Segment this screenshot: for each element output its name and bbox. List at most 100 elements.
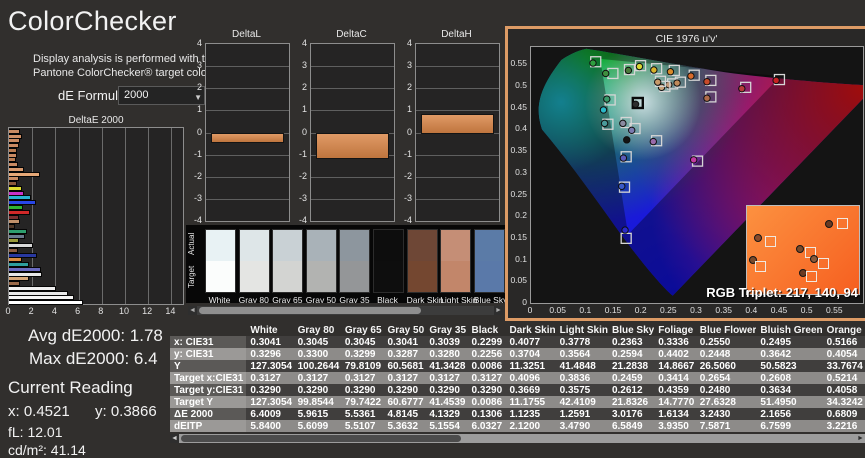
y-tick-label: 2 — [196, 82, 202, 93]
table-cell: 2.1200 — [505, 420, 556, 432]
gridline — [311, 66, 394, 68]
measured-point — [703, 78, 711, 86]
scroll-left-icon[interactable]: ◄ — [170, 434, 179, 443]
table-cell: 5.8400 — [246, 420, 294, 432]
table-cell: 0.3127 — [467, 372, 506, 384]
table-cell: 1.6134 — [654, 408, 696, 420]
corner-cell — [170, 324, 246, 336]
swatch-target — [273, 261, 303, 292]
x-tick-label: 10 — [118, 306, 130, 316]
gridline — [32, 128, 34, 304]
y-tick-label: -3 — [403, 192, 412, 203]
table-cell: 0.4054 — [822, 348, 865, 360]
y-tick-label: 0.05 — [510, 275, 527, 286]
table-cell: 79.8109 — [340, 360, 384, 372]
swatch-actual — [474, 230, 504, 261]
table-cell: 0.4058 — [822, 384, 865, 396]
table-cell: 41.3428 — [425, 360, 468, 372]
table-cell: 0.4402 — [654, 348, 696, 360]
delta-chart-title: DeltaC — [336, 29, 367, 40]
table-cell: 0.3290 — [425, 384, 468, 396]
gridline — [101, 128, 103, 304]
table-cell: 14.8667 — [654, 360, 696, 372]
swatch-black: Black — [373, 229, 404, 303]
measured-point — [687, 72, 695, 80]
delta-bar — [211, 132, 284, 144]
y-tick-label: -4 — [298, 215, 307, 225]
table-cell: 0.2654 — [695, 372, 757, 384]
swatch-box — [473, 229, 505, 293]
row-label: dEITP — [170, 420, 247, 432]
y-tick-label: -1 — [298, 148, 307, 159]
de-formula-value: 2000 — [124, 89, 149, 101]
table-cell: 5.5361 — [340, 408, 384, 420]
swatch-target — [306, 261, 336, 292]
table-cell: 0.3045 — [340, 336, 384, 348]
x-tick-label: 8 — [98, 306, 104, 316]
y-tick-label: 3 — [406, 60, 412, 71]
inset-measured-point — [809, 255, 818, 264]
table-cell: 0.3041 — [383, 336, 426, 348]
table-cell: 60.6777 — [383, 396, 426, 408]
table-cell: 4.1329 — [425, 408, 468, 420]
table-cell: 5.1554 — [425, 420, 468, 432]
swatch-white: White — [205, 229, 236, 303]
table-cell: 3.9350 — [654, 420, 696, 432]
y-tick-label: 0.4 — [515, 123, 527, 134]
gridline — [206, 198, 289, 200]
swatch-box — [238, 229, 270, 293]
measured-point — [623, 136, 631, 144]
table-cell: 0.3778 — [555, 336, 608, 348]
gridline — [148, 128, 150, 304]
measured-point — [772, 76, 780, 85]
table-cell: 0.3127 — [383, 372, 426, 384]
column-header: Gray 35 — [429, 324, 467, 336]
measured-point — [619, 119, 627, 128]
swatch-box — [406, 229, 438, 293]
table-cell: 2.1656 — [756, 408, 823, 420]
row-label: Target Y — [170, 396, 247, 408]
page-title: ColorChecker — [8, 6, 177, 36]
table-cell: 0.2299 — [467, 336, 506, 348]
table-scrollbar[interactable]: ◄ ► — [170, 434, 865, 443]
y-tick-label: 0.2 — [515, 210, 527, 221]
table-cell: 0.3704 — [505, 348, 556, 360]
gridline — [78, 128, 80, 304]
table-cell: 3.0176 — [607, 408, 655, 420]
y-tick-label: 1 — [406, 104, 412, 115]
swatch-scroll-thumb[interactable] — [199, 307, 421, 314]
table-cell: 0.3836 — [555, 372, 608, 384]
measured-point — [649, 137, 657, 146]
swatch-actual — [206, 230, 235, 261]
fl-readout: fL: 12.01 — [8, 424, 63, 440]
y-tick-label: 0.1 — [515, 253, 527, 264]
cie-chart-title: CIE 1976 u'v' — [655, 33, 718, 45]
current-x-readout: x: 0.4521 — [8, 403, 70, 420]
table-cell: 0.5166 — [822, 336, 865, 348]
gridline — [416, 88, 499, 90]
table-cell: 3.4790 — [555, 420, 608, 432]
table-cell: 99.8544 — [293, 396, 341, 408]
measured-point — [673, 79, 681, 87]
scroll-right-icon[interactable]: ► — [494, 306, 503, 315]
swatch-target — [340, 261, 370, 292]
inset-measured-point — [753, 234, 762, 243]
swatch-scrollbar[interactable]: ◄ ► — [188, 306, 503, 315]
table-cell: 0.3290 — [383, 384, 426, 396]
de-bar — [9, 300, 84, 306]
table-cell: 14.7770 — [654, 396, 696, 408]
table-cell: 41.4848 — [555, 360, 608, 372]
x-tick-label: 14 — [165, 306, 176, 316]
delta-chart-plot — [415, 43, 500, 222]
table-cell: 50.5823 — [756, 360, 823, 372]
table-cell: 0.3045 — [293, 336, 341, 348]
scroll-right-icon[interactable]: ► — [856, 434, 865, 443]
swatch-actual — [407, 230, 437, 261]
target-row-label: Target — [187, 265, 196, 289]
table-scroll-thumb[interactable] — [181, 435, 461, 442]
scroll-left-icon[interactable]: ◄ — [188, 306, 197, 315]
swatch-box — [339, 229, 371, 293]
table-cell: 0.2550 — [695, 336, 757, 348]
table-header-row: White Gray 80 Gray 65 Gray 50 Gray 35 Black Da… — [170, 324, 865, 336]
swatch-actual — [239, 230, 269, 261]
